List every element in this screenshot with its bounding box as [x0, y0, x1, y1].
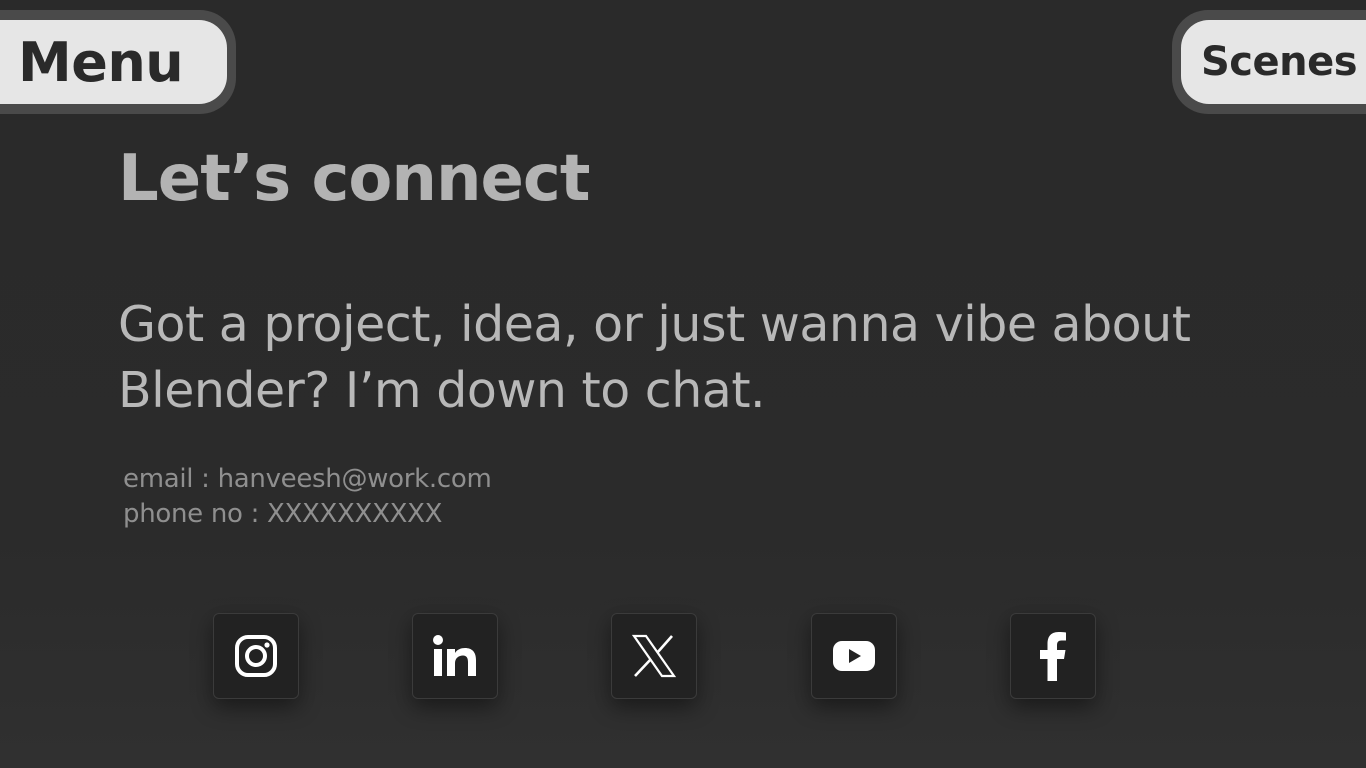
facebook-link[interactable] [1010, 613, 1096, 699]
instagram-link[interactable] [213, 613, 299, 699]
linkedin-link[interactable] [412, 613, 498, 699]
scenes-button[interactable]: Scenes [1172, 10, 1366, 114]
email-line: email : hanveesh@work.com [123, 464, 492, 494]
youtube-link[interactable] [811, 613, 897, 699]
page-title: Let’s connect [118, 142, 590, 216]
contact-details: email : hanveesh@work.com phone no : XXX… [123, 462, 492, 532]
linkedin-icon [432, 634, 478, 678]
tagline: Got a project, idea, or just wanna vibe … [118, 296, 1191, 419]
instagram-icon [234, 634, 278, 678]
facebook-icon [1038, 631, 1068, 681]
menu-button[interactable]: Menu [0, 10, 236, 114]
phone-line: phone no : XXXXXXXXXX [123, 499, 443, 529]
menu-button-label: Menu [0, 20, 227, 104]
x-icon [631, 634, 677, 678]
scenes-button-label: Scenes [1181, 20, 1366, 104]
x-link[interactable] [611, 613, 697, 699]
youtube-icon [833, 640, 875, 672]
